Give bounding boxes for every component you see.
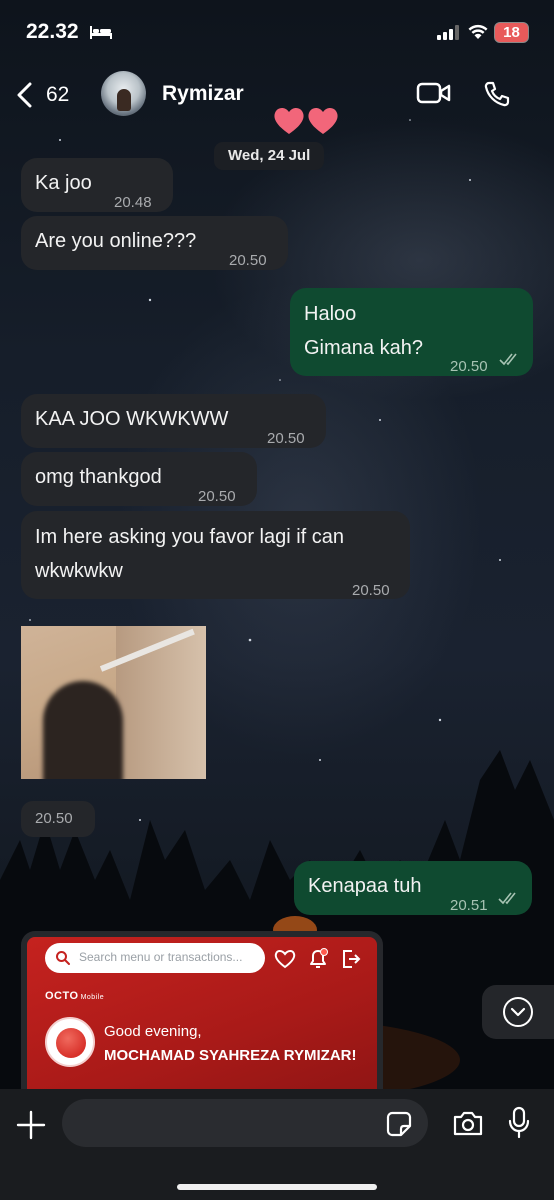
wifi-icon xyxy=(468,24,488,39)
bell-icon xyxy=(310,948,328,968)
image-wall xyxy=(116,626,206,779)
bed-icon xyxy=(90,26,112,39)
chevron-left-icon[interactable] xyxy=(16,82,34,108)
battery-indicator: 18 xyxy=(494,22,529,43)
message-time: 20.48 xyxy=(114,194,152,211)
microphone-icon[interactable] xyxy=(507,1106,531,1140)
double-check-icon xyxy=(498,892,516,905)
contact-name[interactable]: Rymizar xyxy=(162,82,244,106)
hearts-sticker-icon xyxy=(274,107,338,134)
message-input[interactable] xyxy=(62,1099,428,1147)
message-time: 20.50 xyxy=(198,488,236,505)
shared-image-message[interactable]: Search menu or transactions... OCTO Mobil… xyxy=(21,931,383,1096)
date-separator: Wed, 24 Jul xyxy=(214,142,325,170)
search-icon xyxy=(56,951,70,965)
image-person xyxy=(43,681,123,779)
message-bubble-outgoing[interactable]: Haloo Gimana kah? 20.50 xyxy=(290,288,533,376)
phone-icon[interactable] xyxy=(483,80,511,108)
message-time: 20.50 xyxy=(229,252,267,269)
status-time: 22.32 xyxy=(26,20,79,43)
message-time: 20.50 xyxy=(352,582,390,599)
plus-icon[interactable] xyxy=(16,1110,46,1140)
logout-icon xyxy=(343,950,361,968)
home-indicator xyxy=(177,1184,377,1190)
video-call-icon[interactable] xyxy=(416,81,452,105)
message-time: 20.50 xyxy=(450,358,488,375)
message-bubble-incoming[interactable]: Im here asking you favor lagi if can wkw… xyxy=(21,511,410,599)
message-text: Im here asking you favor lagi if can xyxy=(35,526,345,548)
message-bubble-incoming[interactable]: Ka joo 20.48 xyxy=(21,158,173,212)
sticker-icon[interactable] xyxy=(386,1111,412,1137)
banking-app-screenshot: Search menu or transactions... OCTO Mobil… xyxy=(27,937,377,1096)
message-bubble-incoming[interactable]: Are you online??? 20.50 xyxy=(21,216,288,270)
message-bubble-incoming[interactable]: KAA JOO WKWKWW 20.50 xyxy=(21,394,326,448)
card-search-placeholder: Search menu or transactions... xyxy=(79,950,243,964)
image-message[interactable] xyxy=(21,626,206,779)
message-bubble-incoming[interactable]: omg thankgod 20.50 xyxy=(21,452,257,506)
message-text: Haloo xyxy=(304,303,357,325)
message-composer xyxy=(0,1089,554,1200)
mascot-avatar xyxy=(45,1017,95,1067)
scroll-to-bottom-button[interactable] xyxy=(482,985,554,1039)
double-check-icon xyxy=(499,353,517,366)
heart-icon xyxy=(274,950,296,969)
message-time: 20.50 xyxy=(267,430,305,447)
cellular-signal-icon xyxy=(437,25,459,40)
card-greeting: Good evening, xyxy=(104,1023,202,1040)
status-bar: 22.32 18 xyxy=(0,0,554,62)
back-unread-count[interactable]: 62 xyxy=(46,83,69,107)
camera-icon[interactable] xyxy=(452,1109,484,1137)
card-search-bar: Search menu or transactions... xyxy=(45,943,265,973)
octo-logo: OCTO Mobile xyxy=(45,990,105,1002)
image-message-time: 20.50 xyxy=(21,801,95,837)
card-user-name: MOCHAMAD SYAHREZA RYMIZAR! xyxy=(104,1047,357,1064)
chevron-down-circle-icon xyxy=(503,997,533,1027)
message-time: 20.51 xyxy=(450,897,488,914)
message-text-line-2: wkwkwkw xyxy=(35,560,123,582)
avatar[interactable] xyxy=(101,71,146,116)
message-bubble-outgoing[interactable]: Kenapaa tuh 20.51 xyxy=(294,861,532,915)
